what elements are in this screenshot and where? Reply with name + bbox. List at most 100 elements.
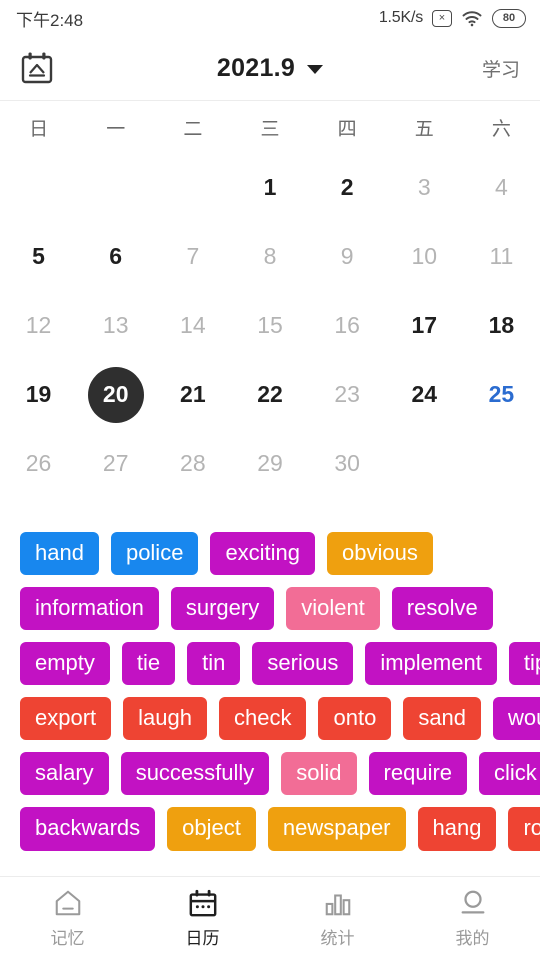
calendar-day-number: 5 <box>32 243 45 269</box>
calendar-today-icon[interactable] <box>20 51 54 85</box>
word-tag[interactable]: onto <box>318 697 392 741</box>
word-tag[interactable]: tie <box>121 642 176 686</box>
calendar-day-number: 3 <box>417 174 431 200</box>
word-tag[interactable]: newspaper <box>267 807 406 851</box>
calendar-day-cell[interactable]: 13 <box>77 291 154 360</box>
calendar-day-cell[interactable]: 29 <box>231 429 308 498</box>
x-box-icon: × <box>432 9 452 27</box>
nav-item-person[interactable]: 我的 <box>405 888 540 949</box>
calendar-day-cell[interactable]: 30 <box>309 429 386 498</box>
calendar-day-cell[interactable]: 21 <box>154 360 231 429</box>
word-tag[interactable]: click <box>479 752 540 796</box>
bottom-navigation: 记忆 日历 统计 我的 <box>0 876 540 960</box>
word-tag[interactable]: object <box>167 807 256 851</box>
word-tag[interactable]: export <box>20 697 112 741</box>
calendar-day-cell[interactable]: 26 <box>0 429 77 498</box>
word-tag[interactable]: laugh <box>123 697 207 741</box>
person-icon <box>458 888 488 918</box>
calendar-day-cell[interactable]: 19 <box>0 360 77 429</box>
calendar-day-cell[interactable]: 12 <box>0 291 77 360</box>
calendar-day-number: 1 <box>263 174 277 200</box>
calendar-week-row: 5 6 7 8 9 10 11 <box>0 222 540 291</box>
word-tag[interactable]: tip <box>508 642 540 686</box>
word-tag[interactable]: hang <box>417 807 497 851</box>
word-tag[interactable]: police <box>110 532 199 576</box>
calendar-week-row: 26 27 28 29 30 <box>0 429 540 498</box>
calendar-day-number: 24 <box>411 381 438 407</box>
calendar-day-cell[interactable]: 17 <box>386 291 463 360</box>
calendar-icon <box>188 888 218 918</box>
study-button[interactable]: 学习 <box>482 55 520 82</box>
calendar-day-cell[interactable]: 22 <box>231 360 308 429</box>
calendar-day-cell[interactable]: 6 <box>77 222 154 291</box>
word-tag[interactable]: salary <box>20 752 109 796</box>
calendar-day-cell[interactable]: 9 <box>309 222 386 291</box>
calendar-day-number: 15 <box>257 312 283 338</box>
calendar-day-cell[interactable]: 18 <box>463 291 540 360</box>
calendar-day-cell[interactable]: 27 <box>77 429 154 498</box>
chevron-down-icon[interactable] <box>307 65 324 74</box>
calendar-day-cell[interactable]: 4 <box>463 153 540 222</box>
word-tag[interactable]: empty <box>20 642 110 686</box>
word-tag[interactable]: check <box>219 697 307 741</box>
word-tag[interactable]: hand <box>20 532 99 576</box>
nav-item-bar-chart[interactable]: 统计 <box>270 888 405 949</box>
nav-item-calendar[interactable]: 日历 <box>135 888 270 949</box>
tag-row: exportlaugh checkontosandwould <box>20 697 540 741</box>
calendar-day-number: 19 <box>25 381 52 407</box>
calendar-day-cell[interactable]: 14 <box>154 291 231 360</box>
calendar-day-number: 29 <box>257 450 283 476</box>
calendar-day-cell[interactable]: 2 <box>309 153 386 222</box>
weekday-label: 一 <box>106 118 126 140</box>
word-tag[interactable]: exciting <box>210 532 316 576</box>
word-tag[interactable]: information <box>20 587 159 631</box>
app-header: 2021.9 学习 <box>0 36 540 100</box>
calendar-day-cell[interactable]: 20 <box>77 360 154 429</box>
calendar-day-number: 10 <box>411 243 438 269</box>
word-tag[interactable]: sand <box>403 697 482 741</box>
nav-item-home[interactable]: 记忆 <box>0 888 135 949</box>
calendar-day-cell[interactable]: 7 <box>154 222 231 291</box>
word-tag[interactable]: resolve <box>391 587 493 631</box>
calendar-day-cell[interactable]: 28 <box>154 429 231 498</box>
word-tag[interactable]: backwards <box>20 807 156 851</box>
home-icon <box>53 888 83 918</box>
word-tag[interactable]: require <box>368 752 468 796</box>
calendar-day-cell[interactable]: 11 <box>463 222 540 291</box>
word-tag[interactable]: surgery <box>170 587 275 631</box>
calendar-day-cell[interactable]: 15 <box>231 291 308 360</box>
calendar-day-number: 27 <box>102 450 129 476</box>
word-tag[interactable]: obvious <box>327 532 433 576</box>
calendar-day-cell[interactable]: 5 <box>0 222 77 291</box>
calendar-day-cell[interactable]: 23 <box>309 360 386 429</box>
word-tag[interactable]: serious <box>252 642 354 686</box>
word-tag[interactable]: would <box>493 697 540 741</box>
weekday-label: 五 <box>414 118 434 140</box>
calendar-day-cell[interactable]: 1 <box>231 153 308 222</box>
calendar-day-cell[interactable]: 10 <box>386 222 463 291</box>
word-tag[interactable]: tin <box>187 642 241 686</box>
calendar-day-cell[interactable]: 3 <box>386 153 463 222</box>
calendar-day-cell[interactable]: 16 <box>309 291 386 360</box>
calendar-day-number: 17 <box>411 312 438 338</box>
nav-item-label: 日历 <box>185 929 220 948</box>
calendar-day-empty <box>154 153 231 222</box>
word-tag[interactable]: implement <box>365 642 497 686</box>
word-tag[interactable]: violent <box>286 587 380 631</box>
calendar-day-number: 22 <box>257 381 283 407</box>
tag-row: backwardsobjectnewspaperhang role <box>20 807 540 851</box>
calendar-day-number: 12 <box>25 312 52 338</box>
calendar-week-row: 1 2 3 4 <box>0 153 540 222</box>
calendar-day-number: 20 <box>87 366 144 423</box>
calendar-day-cell[interactable]: 25 <box>463 360 540 429</box>
calendar-day-cell[interactable]: 24 <box>386 360 463 429</box>
bar-chart-icon <box>323 888 353 918</box>
word-tag[interactable]: solid <box>281 752 357 796</box>
calendar-day-cell[interactable]: 8 <box>231 222 308 291</box>
word-tag[interactable]: successfully <box>120 752 270 796</box>
calendar-day-number: 25 <box>488 381 515 407</box>
word-tag[interactable]: role <box>508 807 540 851</box>
weekday-label: 四 <box>337 118 357 140</box>
nav-item-label: 统计 <box>320 929 355 948</box>
month-selector[interactable]: 2021.9 <box>0 36 540 100</box>
